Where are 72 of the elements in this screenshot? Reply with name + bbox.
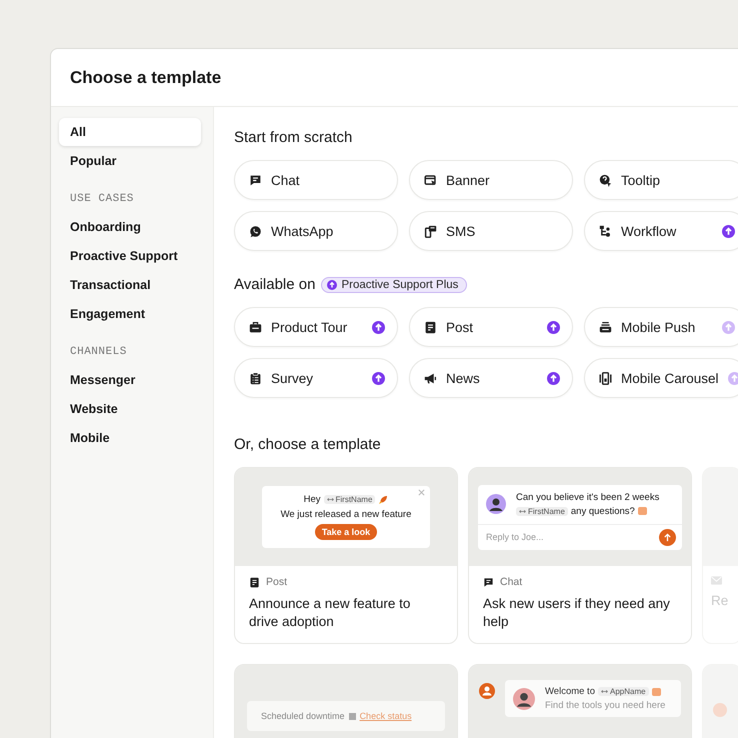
sidebar-item[interactable]: Popular bbox=[59, 147, 201, 175]
section-title: Available on bbox=[234, 276, 316, 293]
template-type: Post bbox=[266, 576, 288, 588]
phone-icon bbox=[424, 224, 437, 238]
template-card[interactable]: Can you believe it's been 2 weeks FirstName any questions? Reply to Joe... Chat Ask new users if they need any help bbox=[468, 467, 692, 644]
avatar-icon bbox=[513, 688, 535, 710]
stack-icon bbox=[599, 320, 612, 334]
sidebar-item[interactable]: Engagement bbox=[59, 300, 201, 328]
section-title: Or, choose a template bbox=[234, 436, 382, 453]
template-type-button[interactable]: Mobile Push bbox=[584, 307, 738, 347]
template-card[interactable]: Hey FirstName We just released a new feature Take a look Post Announce a new feature to drive adoption bbox=[234, 467, 458, 644]
template-type-button[interactable]: Chat bbox=[234, 160, 398, 200]
template-type-button[interactable]: Mobile Carousel bbox=[584, 358, 738, 398]
user-icon bbox=[479, 683, 495, 699]
close-icon bbox=[418, 489, 425, 496]
briefcase-icon bbox=[249, 320, 262, 334]
sidebar-item[interactable]: Messenger bbox=[59, 366, 201, 394]
sidebar-item[interactable]: Mobile bbox=[59, 424, 201, 452]
send-icon bbox=[659, 528, 676, 546]
template-type-button[interactable]: Banner bbox=[409, 160, 573, 200]
badge-label: Proactive Support Plus bbox=[341, 278, 458, 290]
sidebar-heading: CHANNELS bbox=[69, 345, 128, 360]
preview-text: We just released a new feature bbox=[280, 509, 412, 520]
preview-text: Hey bbox=[304, 494, 320, 505]
sidebar-heading: USE CASES bbox=[69, 192, 135, 207]
template-type-button[interactable]: Post bbox=[409, 307, 573, 347]
preview-text: Find the tools you need here bbox=[545, 700, 666, 711]
banner-icon bbox=[424, 174, 437, 186]
preview-button: Take a look bbox=[314, 524, 378, 540]
template-type-button[interactable]: Workflow bbox=[584, 211, 738, 251]
chat-message: Can you believe it's been 2 weeks bbox=[516, 492, 660, 502]
template-type-button[interactable]: News bbox=[409, 358, 573, 398]
sidebar-item[interactable]: Transactional bbox=[59, 271, 201, 299]
variable-token: FirstName bbox=[324, 495, 376, 504]
carousel-icon bbox=[599, 372, 612, 384]
template-type-button[interactable]: SMS bbox=[409, 211, 573, 251]
sidebar-item[interactable]: All bbox=[59, 118, 201, 146]
sidebar-item[interactable]: Proactive Support bbox=[59, 242, 201, 270]
sidebar-item[interactable]: Onboarding bbox=[59, 213, 201, 241]
sidebar-item[interactable]: Website bbox=[59, 395, 201, 423]
avatar-icon bbox=[486, 494, 506, 514]
megaphone-icon bbox=[424, 372, 437, 384]
chat-bubble-icon bbox=[249, 174, 262, 186]
link-arrows-icon bbox=[600, 689, 608, 694]
template-type-button[interactable]: Tooltip bbox=[584, 160, 738, 200]
template-type: Chat bbox=[500, 576, 522, 588]
document-icon bbox=[249, 576, 260, 588]
mail-icon bbox=[711, 576, 722, 585]
variable-token: FirstName bbox=[516, 506, 568, 516]
preview-text: Scheduled downtime bbox=[261, 711, 345, 721]
window-title: Choose a template bbox=[70, 68, 222, 88]
clipboard-icon bbox=[249, 372, 262, 384]
chat-bubble-icon bbox=[483, 576, 494, 588]
link-arrows-icon bbox=[326, 497, 334, 502]
flow-icon bbox=[599, 224, 612, 238]
section-title: Start from scratch bbox=[234, 129, 354, 146]
template-type-button[interactable]: Survey bbox=[234, 358, 398, 398]
phone-bubble-icon bbox=[249, 224, 262, 238]
template-type-button[interactable]: Product Tour bbox=[234, 307, 398, 347]
preview-text: Welcome to bbox=[545, 686, 595, 697]
document-icon bbox=[424, 320, 437, 334]
avatar-icon bbox=[713, 703, 727, 717]
preview-link: Check status bbox=[360, 711, 412, 721]
question-icon bbox=[599, 174, 612, 186]
template-title: Ask new users if they need any help bbox=[483, 595, 671, 632]
template-type-button[interactable]: WhatsApp bbox=[234, 211, 398, 251]
upgrade-icon bbox=[327, 280, 338, 290]
chat-message: any questions? bbox=[570, 506, 635, 516]
template-title: Announce a new feature to drive adoption bbox=[249, 595, 412, 632]
variable-token: AppName bbox=[598, 687, 649, 696]
link-arrows-icon bbox=[519, 508, 526, 514]
template-card[interactable]: Welcome to AppName Find the tools you need here bbox=[468, 664, 692, 738]
